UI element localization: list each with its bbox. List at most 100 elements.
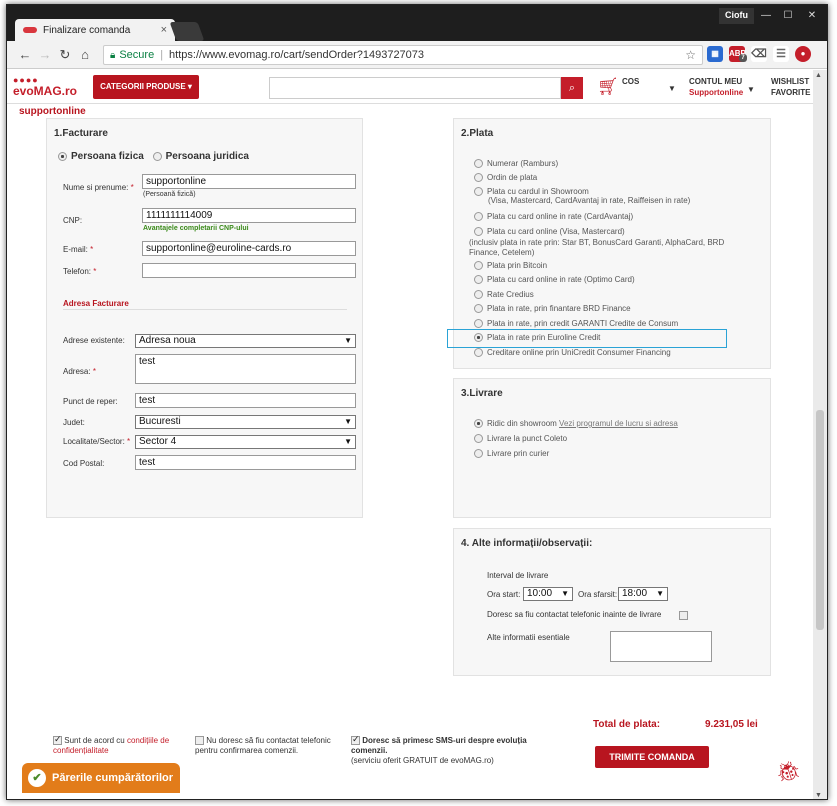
schedule-link[interactable]: Vezi programul de lucru si adresa xyxy=(559,419,678,428)
payment-option[interactable]: Rate Credius xyxy=(474,290,534,300)
cart-chevron-down-icon[interactable]: ▼ xyxy=(668,84,676,93)
extension-icon[interactable]: ▦ xyxy=(707,46,723,62)
title-bar: Finalizare comanda × Ciofu — ☐ ✕ xyxy=(7,5,827,41)
payment-radio[interactable] xyxy=(474,319,483,329)
wishlist-link[interactable]: WISHLIST FAVORITE xyxy=(771,76,810,98)
name-field[interactable]: supportonline xyxy=(142,174,356,189)
page-scrollbar[interactable]: ▲ ▼ xyxy=(813,70,827,799)
city-select[interactable]: Sector 4 ▼ xyxy=(135,435,356,449)
profile-badge[interactable]: Ciofu xyxy=(719,8,754,24)
delivery-option-coleto[interactable]: Livrare la punct Coleto xyxy=(474,434,567,444)
payment-radio[interactable] xyxy=(474,212,483,222)
lock-icon: 🔒︎ xyxy=(110,49,116,61)
cart-icon[interactable]: 🛒︎ xyxy=(597,77,619,97)
forward-icon[interactable]: → xyxy=(35,47,55,62)
county-select[interactable]: Bucuresti ▼ xyxy=(135,415,356,429)
chevron-down-icon: ▼ xyxy=(344,417,352,426)
payment-radio[interactable] xyxy=(474,227,483,237)
payment-radio[interactable] xyxy=(474,290,483,300)
account-menu[interactable]: CONTUL MEU Supportonline xyxy=(689,76,743,98)
menu-icon[interactable]: ☰ xyxy=(773,46,789,62)
contact-checkbox[interactable] xyxy=(679,611,688,620)
sms-checkbox[interactable] xyxy=(351,734,360,746)
payment-option[interactable]: Creditare online prin UniCredit Consumer… xyxy=(474,348,671,358)
payment-radio[interactable] xyxy=(474,261,483,271)
chevron-down-icon: ▼ xyxy=(344,437,352,446)
person-type-group: Persoana fizica Persoana juridica xyxy=(58,151,249,162)
payment-option[interactable]: Numerar (Ramburs) xyxy=(474,159,558,169)
cnp-benefits-link[interactable]: Avantajele completarii CNP-ului xyxy=(143,225,249,232)
delivery-option-showroom[interactable]: Ridic din showroom Vezi programul de luc… xyxy=(474,419,678,429)
radio-coleto[interactable] xyxy=(474,434,483,444)
postal-field[interactable]: test xyxy=(135,455,356,470)
customer-reviews-button[interactable]: ✔ Părerile cumpărătorilor xyxy=(22,763,180,793)
tab-close-icon[interactable]: × xyxy=(161,24,167,36)
start-time-select[interactable]: 10:00 ▼ xyxy=(523,587,573,601)
existing-address-value: Adresa noua xyxy=(139,335,196,346)
payment-option[interactable]: Plata in rate, prin finantare BRD Financ… xyxy=(474,304,631,314)
landmark-field[interactable]: test xyxy=(135,393,356,408)
radio-persoana-juridica[interactable] xyxy=(152,151,162,161)
radio-courier[interactable] xyxy=(474,449,483,459)
existing-address-select[interactable]: Adresa noua ▼ xyxy=(135,334,356,348)
search-icon[interactable]: ⌕ xyxy=(561,77,583,99)
payment-option-label: Plata cu card online (Visa, Mastercard) xyxy=(487,227,625,236)
reload-icon[interactable]: ↻ xyxy=(55,47,75,63)
delivery-title: 3.Livrare xyxy=(461,388,503,399)
window-close-icon[interactable]: ✕ xyxy=(801,8,823,24)
payment-radio[interactable] xyxy=(474,304,483,314)
payment-option[interactable]: Plata in rate, prin credit GARANTI Credi… xyxy=(474,319,678,329)
cart-label[interactable]: COS xyxy=(622,77,639,86)
scrollbar-thumb[interactable] xyxy=(816,410,824,630)
payment-option[interactable]: Ordin de plata xyxy=(474,173,537,183)
notes-textarea[interactable] xyxy=(610,631,712,662)
new-tab-button[interactable] xyxy=(169,22,205,41)
payment-option[interactable]: Plata cu card online in rate (Optimo Car… xyxy=(474,275,635,285)
shield-icon[interactable]: ● xyxy=(795,46,811,62)
payment-radio[interactable] xyxy=(474,187,483,197)
payment-option-label: Plata cu cardul in Showroom xyxy=(487,187,589,196)
site-favicon-icon xyxy=(23,27,37,33)
delivery-option-courier[interactable]: Livrare prin curier xyxy=(474,449,549,459)
maximize-icon[interactable]: ☐ xyxy=(777,8,799,24)
radio-showroom[interactable] xyxy=(474,419,483,429)
payment-radio[interactable] xyxy=(474,159,483,169)
wishlist-label-2: FAVORITE xyxy=(771,88,811,97)
existing-address-label: Adrese existente: xyxy=(63,336,125,345)
no-call-checkbox[interactable] xyxy=(195,736,204,746)
payment-radio[interactable] xyxy=(474,275,483,285)
bookmark-star-icon[interactable]: ☆ xyxy=(685,48,696,62)
email-field[interactable]: supportonline@euroline-cards.ro xyxy=(142,241,356,256)
address-bar[interactable]: 🔒︎ Secure | https://www.evomag.ro/cart/s… xyxy=(103,45,703,65)
search-input[interactable] xyxy=(269,77,561,99)
payment-option[interactable]: Plata prin Bitcoin xyxy=(474,261,547,271)
city-value: Sector 4 xyxy=(139,436,177,447)
categories-button[interactable]: CATEGORII PRODUSE ▾ xyxy=(93,75,199,99)
submit-order-button[interactable]: TRIMITE COMANDA xyxy=(595,746,709,768)
minimize-icon[interactable]: — xyxy=(755,8,777,24)
scroll-up-icon[interactable]: ▲ xyxy=(815,72,822,79)
privacy-checkbox[interactable] xyxy=(53,734,62,746)
account-chevron-down-icon[interactable]: ▼ xyxy=(747,85,755,94)
site-logo[interactable]: ●●●● evoMAG.ro xyxy=(13,76,77,99)
scroll-down-icon[interactable]: ▼ xyxy=(815,792,822,799)
home-icon[interactable]: ⌂ xyxy=(75,47,95,62)
payment-option[interactable]: Plata cu card online (Visa, Mastercard) xyxy=(474,227,625,237)
browser-tab[interactable]: Finalizare comanda × xyxy=(15,19,175,41)
payment-option[interactable]: Plata cu card online in rate (CardAvanta… xyxy=(474,212,633,222)
radio-persoana-fizica[interactable] xyxy=(58,151,67,161)
address-textarea[interactable]: test xyxy=(135,354,356,384)
end-time-select[interactable]: 18:00 ▼ xyxy=(618,587,668,601)
payment-option[interactable]: Plata cu cardul in Showroom (Visa, Master… xyxy=(474,187,690,205)
payment-radio[interactable] xyxy=(474,173,483,183)
bug-report-icon[interactable]: 🐞︎ xyxy=(776,759,801,784)
payment-radio[interactable] xyxy=(474,348,483,358)
payment-option-label: Creditare online prin UniCredit Consumer… xyxy=(487,348,671,357)
back-icon[interactable]: ← xyxy=(15,47,35,62)
cnp-field[interactable]: 1111111114009 xyxy=(142,208,356,223)
keyboard-icon[interactable]: ⌫ xyxy=(751,46,767,62)
phone-field[interactable] xyxy=(142,263,356,278)
checkout-content: supportonline 1.Facturare Persoana fizic… xyxy=(7,105,811,799)
billing-title: 1.Facturare xyxy=(54,128,108,139)
other-info-panel: 4. Alte informații/observații: Interval … xyxy=(453,528,771,676)
